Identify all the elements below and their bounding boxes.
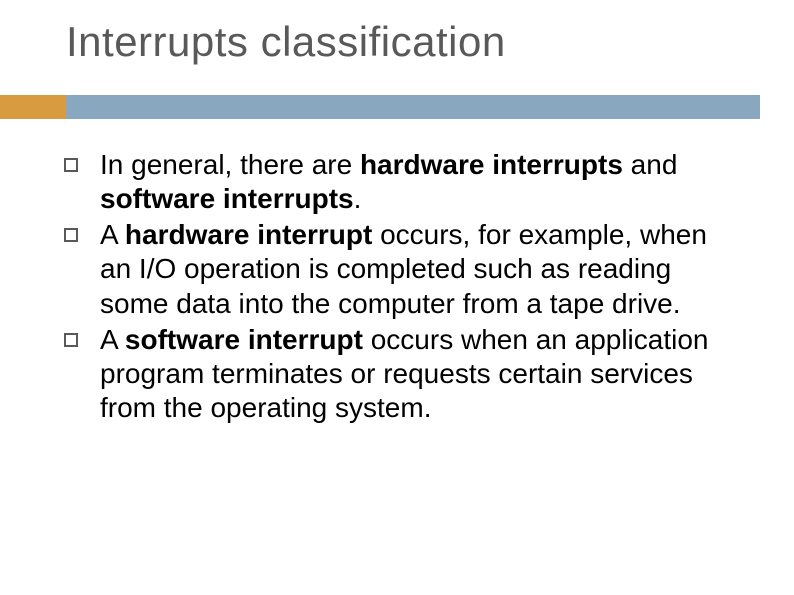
horizontal-rule — [66, 95, 760, 119]
accent-bar — [0, 95, 66, 119]
bullet-text: In general, there are hardware interrupt… — [100, 148, 744, 216]
bullet-square-icon — [64, 228, 78, 242]
list-item: A hardware interrupt occurs, for example… — [64, 218, 744, 320]
bullet-text: A software interrupt occurs when an appl… — [100, 323, 744, 425]
bullet-text: A hardware interrupt occurs, for example… — [100, 218, 744, 320]
slide-content: In general, there are hardware interrupt… — [64, 148, 744, 427]
list-item: In general, there are hardware interrupt… — [64, 148, 744, 216]
bullet-square-icon — [64, 333, 78, 347]
slide-title: Interrupts classification — [66, 18, 506, 66]
bullet-square-icon — [64, 158, 78, 172]
list-item: A software interrupt occurs when an appl… — [64, 323, 744, 425]
